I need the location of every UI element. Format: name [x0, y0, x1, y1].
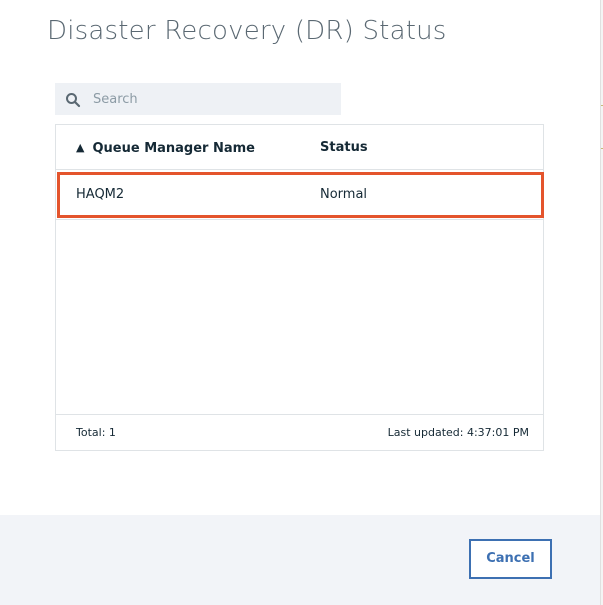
total-count: Total: 1 — [76, 426, 116, 439]
search-input[interactable] — [93, 83, 333, 115]
status-cell: Normal — [320, 187, 368, 202]
last-updated-timestamp: Last updated: 4:37:01 PM — [387, 426, 529, 439]
dialog-footer: Cancel — [0, 515, 600, 605]
column-header-queue-manager-name[interactable]: ▲ Queue Manager Name — [76, 125, 255, 170]
sort-ascending-icon: ▲ — [76, 141, 85, 154]
cancel-button[interactable]: Cancel — [469, 539, 552, 579]
queue-manager-name-cell: HAQM2 — [76, 187, 125, 202]
table-row[interactable]: HAQM2 Normal — [56, 172, 543, 220]
search-icon — [66, 93, 81, 108]
table-footer: Total: 1 Last updated: 4:37:01 PM — [56, 414, 543, 450]
column-header-label: Status — [320, 140, 368, 155]
search-box[interactable] — [55, 83, 341, 115]
table-header: ▲ Queue Manager Name Status — [56, 125, 543, 170]
column-header-label: Queue Manager Name — [92, 141, 256, 156]
dr-status-table: ▲ Queue Manager Name Status HAQM2 Normal … — [55, 124, 544, 451]
column-header-status[interactable]: Status — [320, 125, 368, 170]
dr-status-dialog: Disaster Recovery (DR) Status ▲ Queue Man… — [0, 0, 600, 605]
dialog-title: Disaster Recovery (DR) Status — [47, 16, 447, 46]
